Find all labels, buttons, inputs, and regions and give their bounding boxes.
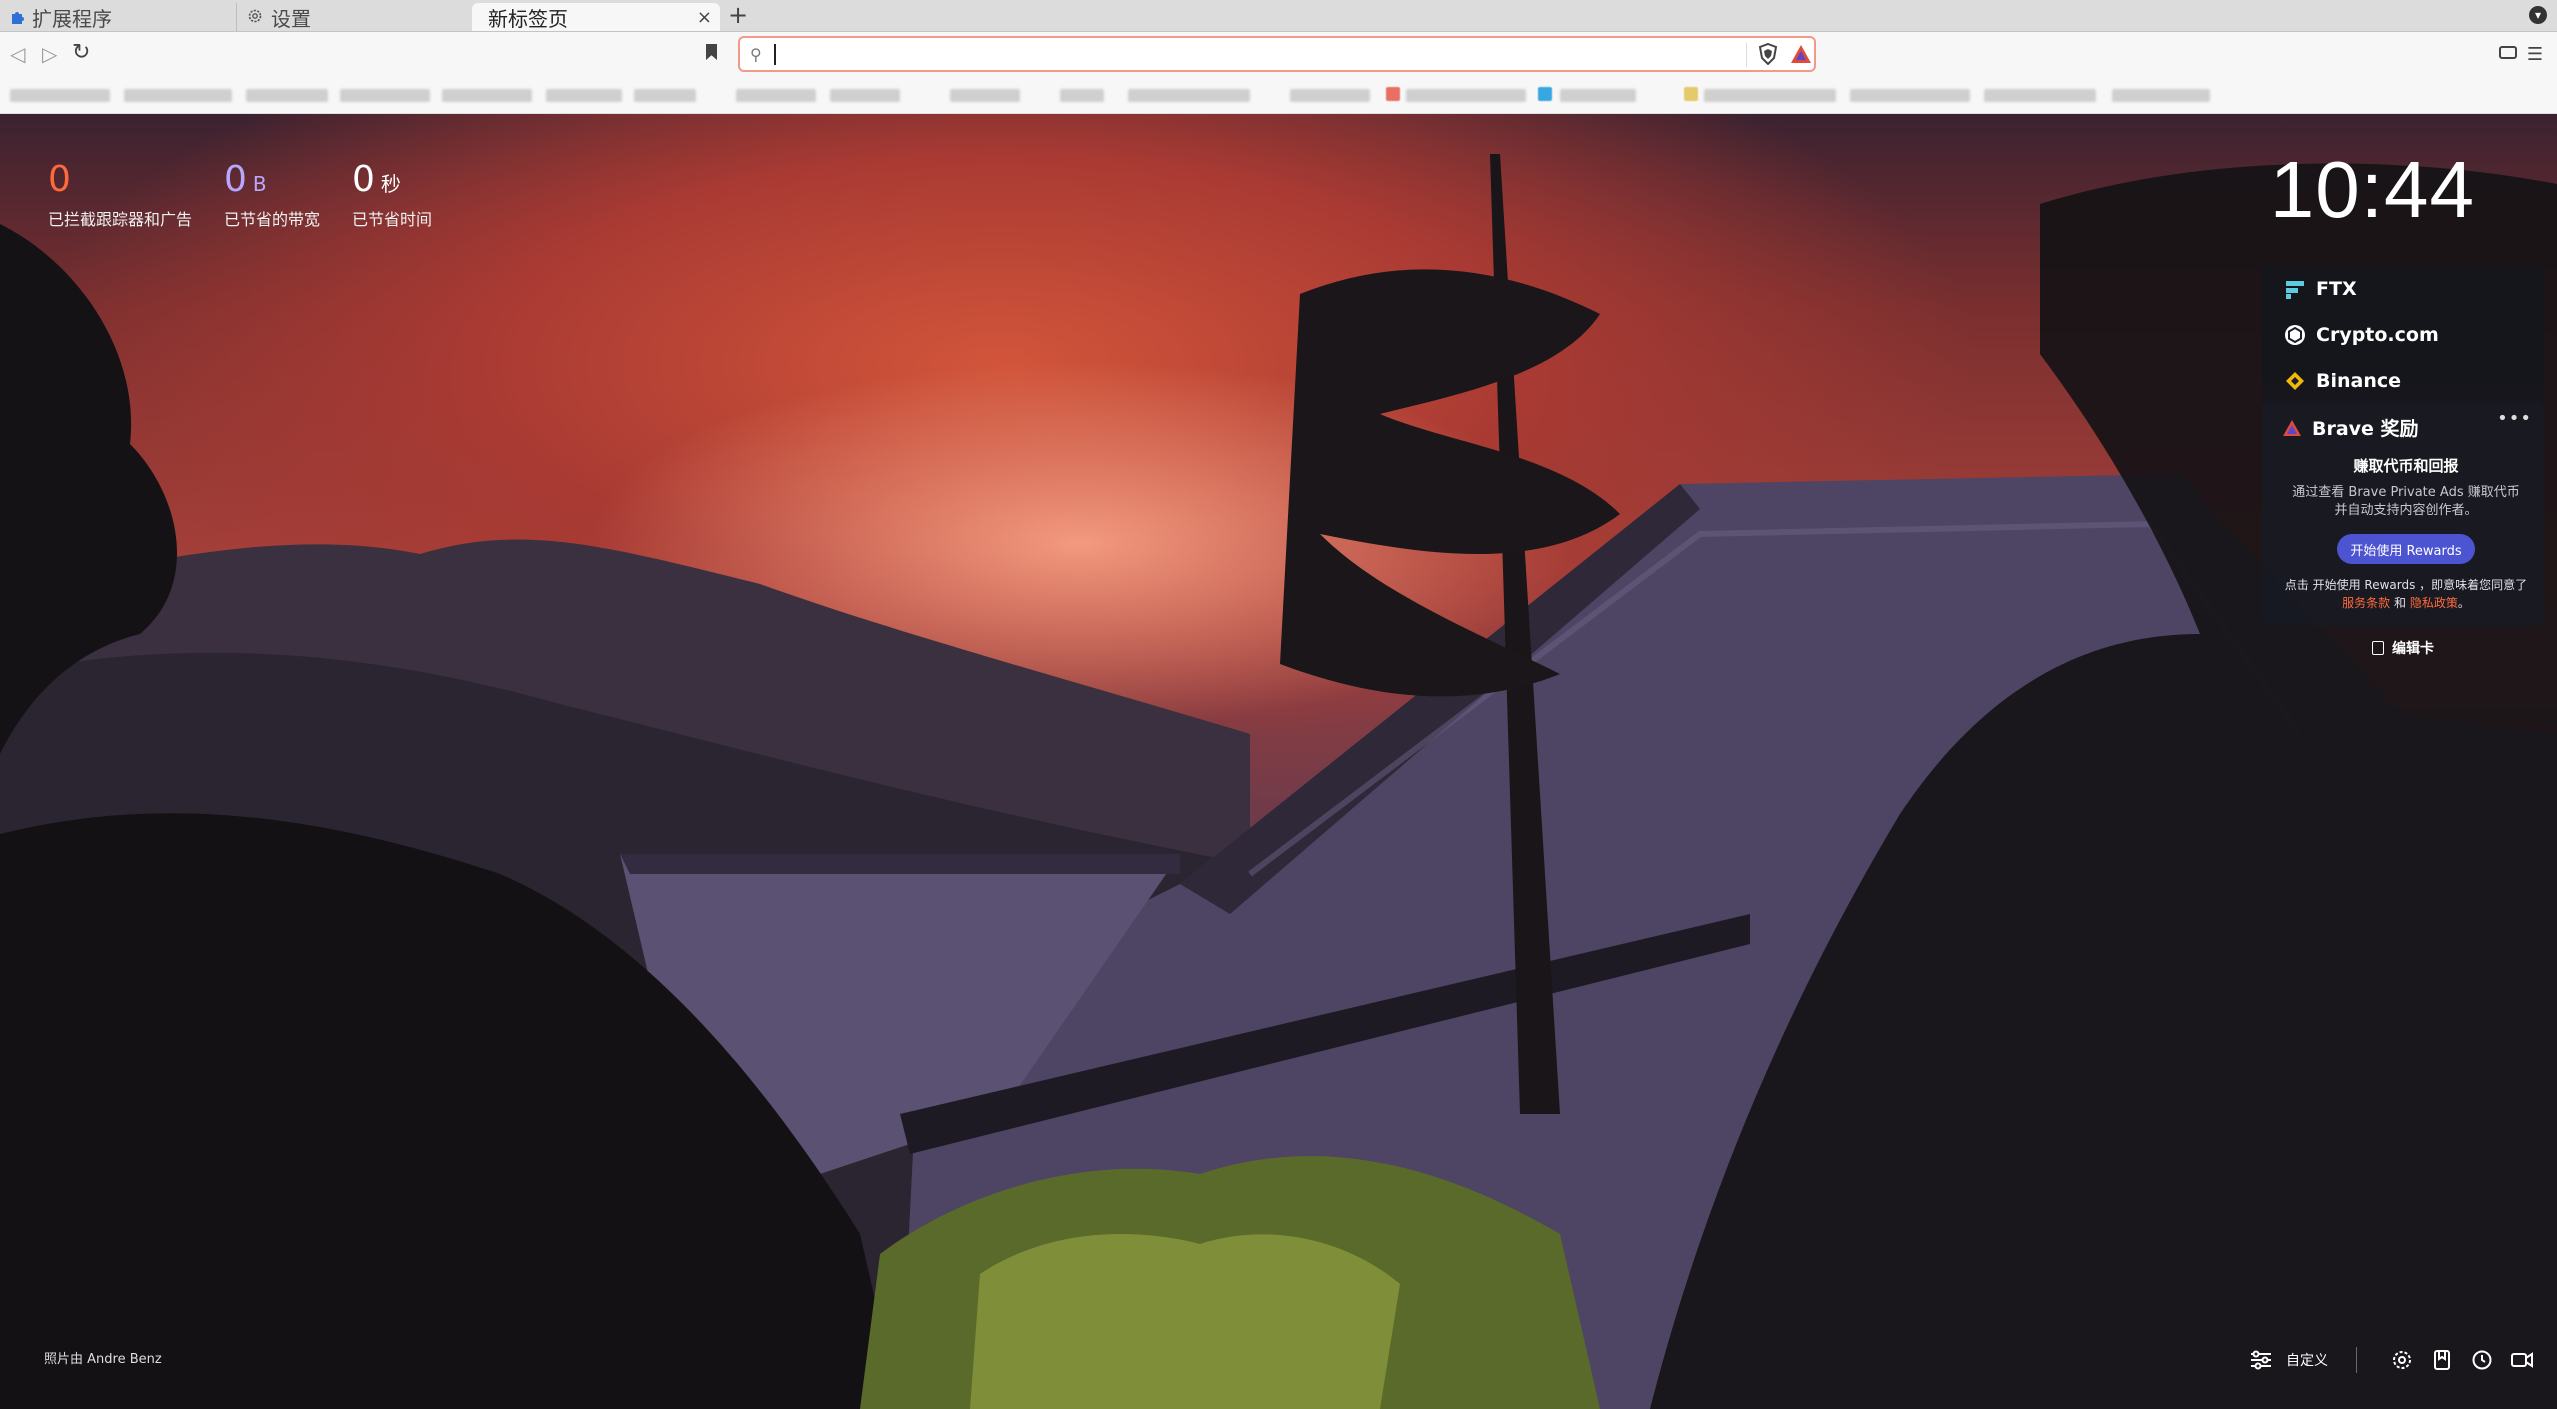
tab-settings[interactable]: 设置 — [236, 3, 471, 31]
stat-label: 已节省时间 — [352, 210, 433, 229]
history-icon[interactable] — [2471, 1349, 2493, 1371]
bookmark-item[interactable] — [124, 89, 232, 102]
text-caret — [774, 44, 776, 65]
binance-icon — [2286, 372, 2304, 390]
rewards-terms: 点击 开始使用 Rewards ，即意味着您同意了 服务条款 和 隐私政策。 — [2282, 576, 2530, 612]
tab-strip: 扩展程序 设置 新标签页 × + ▾ — [0, 0, 2557, 32]
bookmark-item[interactable] — [546, 89, 622, 102]
crypto-com-widget[interactable]: Crypto.com — [2262, 312, 2544, 358]
bookmark-item[interactable] — [1290, 89, 1370, 102]
bookmarks-icon[interactable] — [2431, 1349, 2453, 1371]
edit-cards-icon — [2372, 641, 2384, 655]
tab-label: 设置 — [271, 6, 311, 31]
bookmark-item[interactable] — [634, 89, 696, 102]
bookmark-item[interactable] — [1560, 89, 1636, 102]
bookmark-item[interactable] — [1128, 89, 1250, 102]
edit-cards-button[interactable]: 编辑卡 — [2262, 638, 2544, 658]
new-tab-page: 0 已拦截跟踪器和广告 0B 已节省的带宽 0秒 已节省时间 10:44 FTX… — [0, 114, 2557, 1409]
toolbar: ◁ ▷ ↻ ⚲ ☰ — [0, 32, 2557, 78]
divider — [1746, 43, 1747, 67]
widget-label: Binance — [2316, 370, 2402, 392]
rewards-title: Brave 奖励 — [2282, 414, 2530, 441]
more-options-icon[interactable]: ••• — [2497, 408, 2532, 429]
widget-label: FTX — [2316, 278, 2357, 300]
wallet-icon[interactable] — [2499, 46, 2517, 59]
search-icon: ⚲ — [750, 45, 762, 64]
bookmark-item[interactable] — [340, 89, 430, 102]
bookmark-icon[interactable] — [706, 44, 717, 60]
stat-unit: B — [252, 172, 267, 196]
close-tab-icon[interactable]: × — [697, 7, 712, 28]
bookmark-favicon — [1538, 87, 1552, 101]
start-rewards-button[interactable]: 开始使用 Rewards — [2337, 534, 2475, 564]
stat-time-saved: 0秒 已节省时间 — [352, 160, 432, 230]
binance-widget[interactable]: Binance — [2262, 358, 2544, 404]
terms-prefix: 点击 开始使用 Rewards ，即意味着您同意了 — [2284, 578, 2528, 592]
stat-unit: 秒 — [380, 172, 401, 196]
tab-label: 扩展程序 — [32, 6, 112, 31]
bookmark-item[interactable] — [10, 89, 110, 102]
bookmark-item[interactable] — [442, 89, 532, 102]
bookmark-item[interactable] — [1060, 89, 1104, 102]
stat-bandwidth-saved: 0B 已节省的带宽 — [224, 160, 320, 230]
window-menu-button[interactable]: ▾ — [2529, 6, 2547, 24]
bookmark-favicon — [1386, 87, 1400, 101]
terms-of-service-link[interactable]: 服务条款 — [2342, 596, 2390, 610]
rewards-title-text: Brave 奖励 — [2312, 418, 2419, 440]
stat-label: 已拦截跟踪器和广告 — [48, 210, 193, 229]
gear-icon — [247, 5, 263, 29]
settings-gear-icon[interactable] — [2391, 1349, 2413, 1371]
privacy-policy-link[interactable]: 隐私政策 — [2410, 596, 2458, 610]
stat-value: 0 — [352, 159, 375, 200]
reload-icon[interactable]: ↻ — [72, 40, 90, 65]
sliders-icon — [2251, 1350, 2271, 1370]
forward-icon[interactable]: ▷ — [42, 42, 57, 66]
stat-value: 0 — [224, 159, 247, 200]
address-bar[interactable]: ⚲ — [738, 36, 1816, 72]
stat-label: 已节省的带宽 — [224, 210, 321, 229]
ftx-icon — [2286, 281, 2304, 299]
bookmark-favicon — [1684, 87, 1698, 101]
customize-button[interactable]: 自定义 — [2250, 1350, 2328, 1370]
photo-credit[interactable]: 照片由 Andre Benz — [44, 1348, 162, 1367]
tab-new-tab-page[interactable]: 新标签页 × — [472, 3, 720, 31]
back-icon[interactable]: ◁ — [10, 42, 25, 66]
tab-label: 新标签页 — [488, 6, 568, 31]
customize-label: 自定义 — [2286, 1353, 2328, 1369]
terms-period: 。 — [2457, 596, 2470, 610]
bookmark-item[interactable] — [2112, 89, 2210, 102]
puzzle-icon — [10, 5, 24, 29]
crypto-com-icon — [2285, 325, 2305, 345]
brave-rewards-icon[interactable] — [1790, 44, 1812, 64]
brave-shields-icon[interactable] — [1758, 43, 1778, 65]
ftx-widget[interactable]: FTX — [2262, 266, 2544, 312]
tab-extensions[interactable]: 扩展程序 — [0, 3, 235, 31]
bookmark-item[interactable] — [830, 89, 900, 102]
bookmark-item[interactable] — [1704, 89, 1836, 102]
bookmark-item[interactable] — [1406, 89, 1526, 102]
terms-and: 和 — [2390, 596, 2410, 610]
rewards-heading: 赚取代币和回报 — [2353, 457, 2459, 475]
bookmark-item[interactable] — [950, 89, 1020, 102]
divider — [2356, 1347, 2357, 1373]
bottom-toolbar: 自定义 — [2250, 1347, 2533, 1373]
bookmark-item[interactable] — [736, 89, 816, 102]
widget-label: Crypto.com — [2316, 324, 2439, 346]
hamburger-menu-icon[interactable]: ☰ — [2527, 44, 2543, 65]
rewards-description: 通过查看 Brave Private Ads 赚取代币并自动支持内容创作者。 — [2292, 485, 2520, 518]
brave-rewards-widget: Brave 奖励 ••• 赚取代币和回报 通过查看 Brave Private … — [2262, 400, 2544, 626]
widget-stack: FTX Crypto.com Binance Brave 奖励 ••• 赚取代币… — [2262, 266, 2544, 658]
edit-cards-label: 编辑卡 — [2392, 641, 2434, 657]
brave-rewards-logo-icon — [2283, 419, 2301, 436]
bookmark-item[interactable] — [246, 89, 328, 102]
bookmark-item[interactable] — [1850, 89, 1970, 102]
bookmarks-bar — [0, 78, 2557, 114]
stat-trackers-blocked: 0 已拦截跟踪器和广告 — [48, 160, 192, 230]
bookmark-item[interactable] — [1984, 89, 2096, 102]
new-tab-button[interactable]: + — [728, 1, 748, 29]
stat-value: 0 — [48, 159, 71, 200]
clock: 10:44 — [2269, 145, 2475, 234]
brave-talk-video-icon[interactable] — [2511, 1349, 2533, 1371]
background-photo — [0, 154, 2557, 1409]
